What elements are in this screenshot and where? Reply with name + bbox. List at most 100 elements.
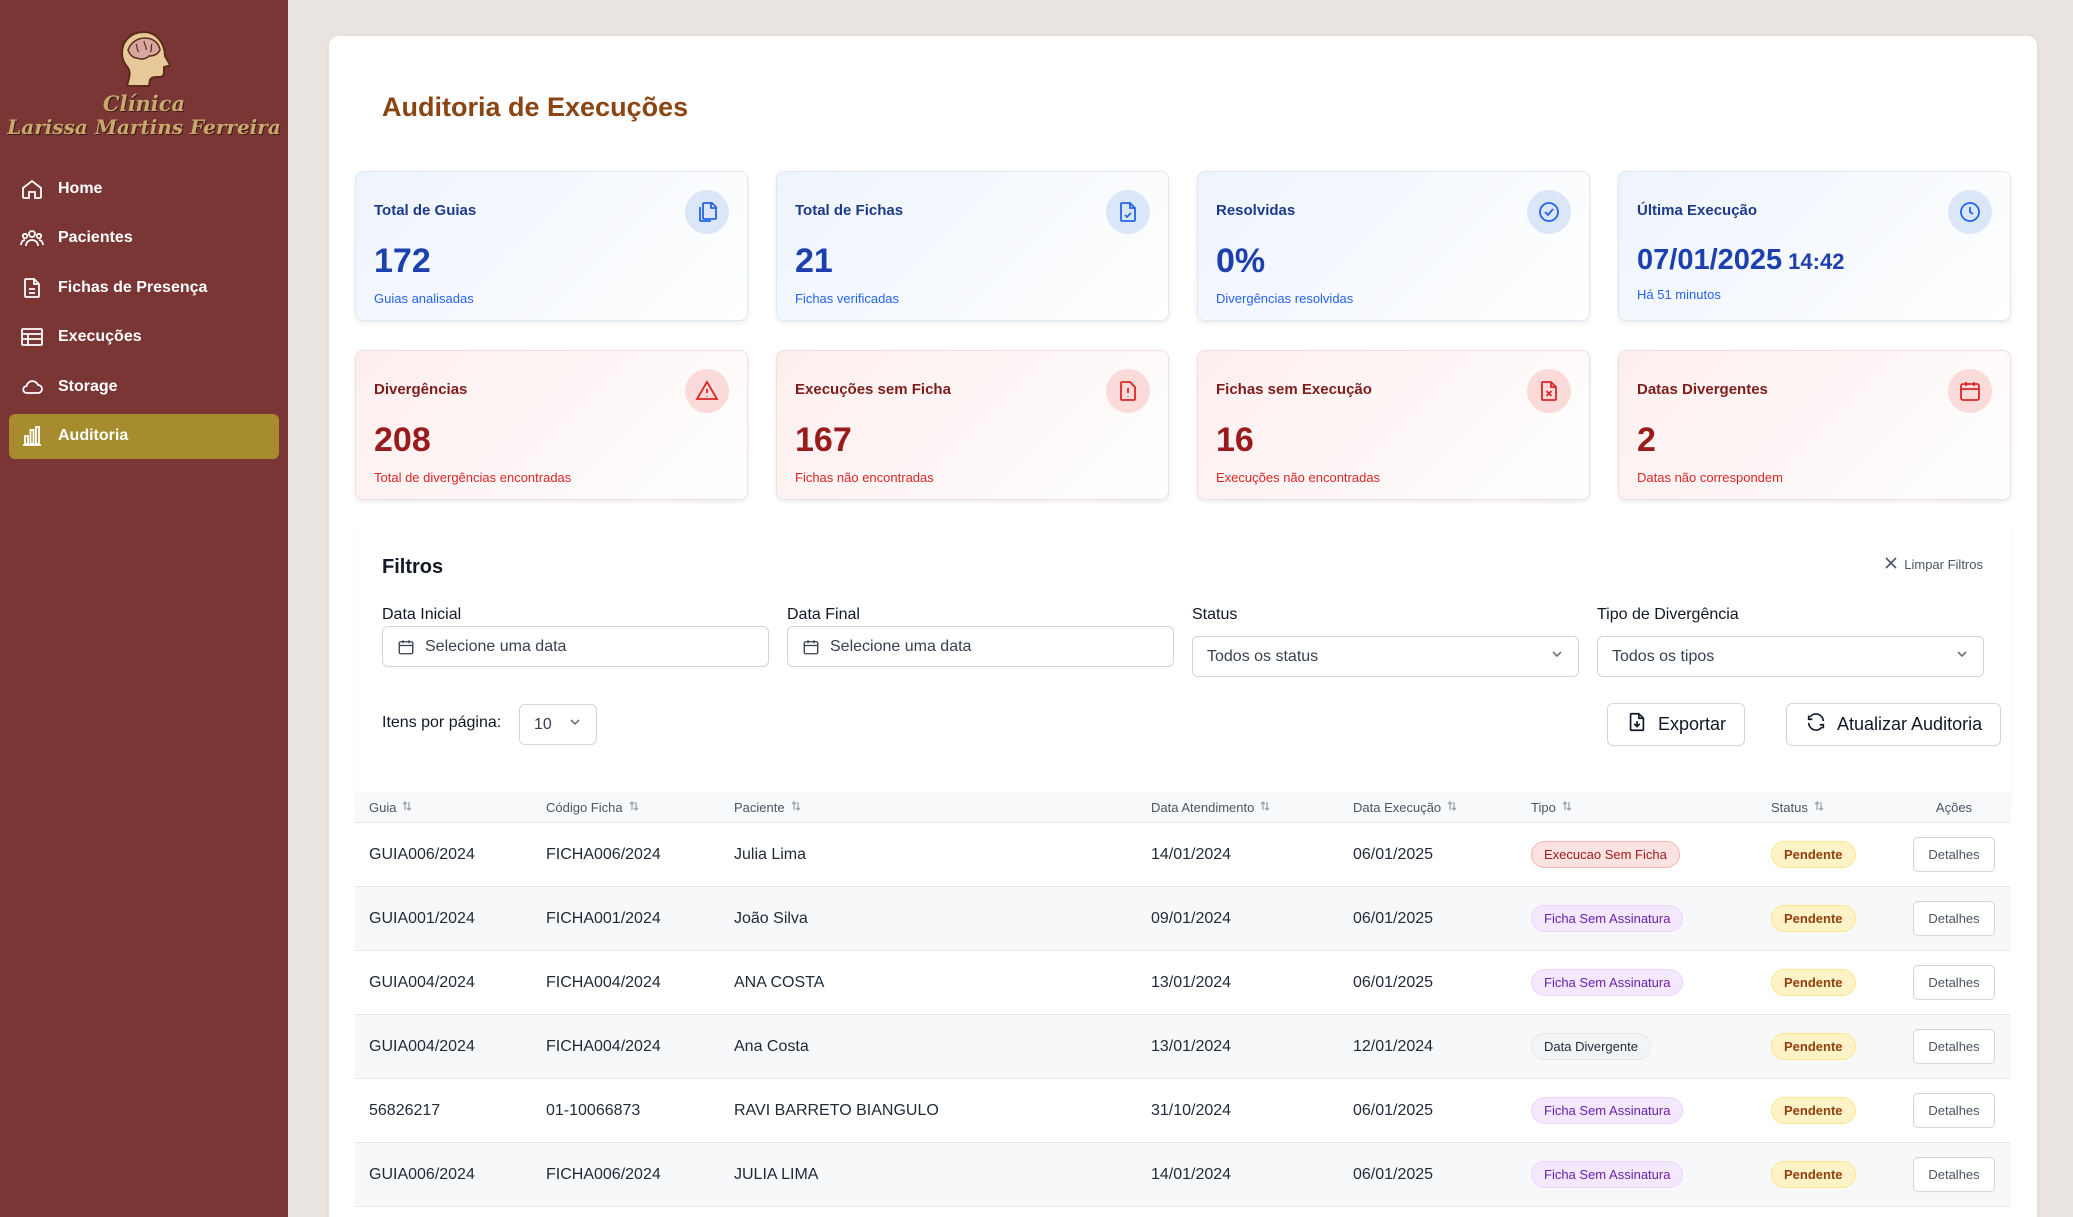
stat-card-execucoes-sem-ficha: Execuções sem Ficha 167 Fichas não encon… xyxy=(776,350,1169,500)
close-icon xyxy=(1884,556,1898,573)
stat-card-fichas-sem-execucao: Fichas sem Execução 16 Execuções não enc… xyxy=(1197,350,1590,500)
sidebar-item-label: Fichas de Presença xyxy=(58,278,208,296)
cell-data-execucao: 06/01/2025 xyxy=(1353,1165,1434,1183)
calendar-icon xyxy=(1948,369,1992,413)
sort-icon xyxy=(402,800,412,815)
cell-acoes: Detalhes xyxy=(1897,1157,2011,1192)
sidebar-item-home[interactable]: Home xyxy=(9,166,279,211)
cell-guia: GUIA004/2024 xyxy=(369,1037,475,1055)
details-button[interactable]: Detalhes xyxy=(1913,837,1995,872)
cell-paciente: João Silva xyxy=(734,909,808,927)
stat-value: 0% xyxy=(1216,242,1266,280)
tipo-divergencia-label: Tipo de Divergência xyxy=(1597,606,1739,623)
cell-data-atendimento: 09/01/2024 xyxy=(1151,909,1232,927)
data-inicial-input[interactable]: Selecione uma data xyxy=(382,626,769,667)
cell-codigo-ficha: FICHA006/2024 xyxy=(546,1165,661,1183)
clear-filters-button[interactable]: Limpar Filtros xyxy=(1884,556,1983,573)
data-final-placeholder: Selecione uma data xyxy=(830,637,972,655)
column-header-data-atendimento[interactable]: Data Atendimento xyxy=(1137,800,1339,815)
column-header-paciente[interactable]: Paciente xyxy=(720,800,1137,815)
sidebar-item-label: Home xyxy=(58,179,103,197)
refresh-label: Atualizar Auditoria xyxy=(1837,714,1983,734)
cell-tipo: Ficha Sem Assinatura xyxy=(1517,1161,1757,1188)
cell-tipo: Ficha Sem Assinatura xyxy=(1517,969,1757,996)
status-badge: Pendente xyxy=(1771,841,1856,868)
sidebar-item-execucoes[interactable]: Execuções xyxy=(9,315,279,360)
cell-data-execucao: 06/01/2025 xyxy=(1353,1101,1434,1119)
tipo-divergencia-select[interactable]: Todos os tipos xyxy=(1597,636,1984,677)
sidebar-item-auditoria[interactable]: Auditoria xyxy=(9,413,279,459)
check-circle-icon xyxy=(1527,190,1571,234)
tipo-badge: Ficha Sem Assinatura xyxy=(1531,969,1684,996)
clear-filters-label: Limpar Filtros xyxy=(1904,557,1983,572)
column-header-status[interactable]: Status xyxy=(1757,800,1897,815)
cell-tipo: Ficha Sem Assinatura xyxy=(1517,905,1757,932)
column-header-tipo[interactable]: Tipo xyxy=(1517,800,1757,815)
column-header-codigo-ficha[interactable]: Código Ficha xyxy=(532,800,720,815)
sidebar-item-label: Pacientes xyxy=(58,229,133,246)
cloud-icon xyxy=(19,374,45,400)
filters-panel: Filtros Limpar Filtros Data Inicial Sele… xyxy=(355,526,2011,808)
file-alert-icon xyxy=(1106,369,1150,413)
cell-guia: GUIA006/2024 xyxy=(369,1165,475,1183)
sidebar-item-storage[interactable]: Storage xyxy=(9,364,279,409)
data-final-input[interactable]: Selecione uma data xyxy=(787,626,1174,667)
column-header-guia[interactable]: Guia xyxy=(355,800,532,815)
stat-value: 07/01/2025 14:42 xyxy=(1637,244,1844,277)
column-header-data-execucao[interactable]: Data Execução xyxy=(1339,800,1517,815)
bar-chart-icon xyxy=(19,423,45,449)
details-button[interactable]: Detalhes xyxy=(1913,901,1995,936)
sort-icon xyxy=(1260,800,1270,815)
items-per-page-label: Itens por página: xyxy=(382,714,502,731)
cell-guia: GUIA006/2024 xyxy=(369,845,475,863)
stat-subtitle: Fichas verificadas xyxy=(795,291,900,306)
refresh-icon xyxy=(1805,711,1827,738)
table-icon xyxy=(19,324,45,350)
cell-codigo-ficha: FICHA004/2024 xyxy=(546,1037,661,1055)
export-label: Exportar xyxy=(1658,714,1727,734)
stat-value: 208 xyxy=(374,421,431,459)
stat-subtitle: Divergências resolvidas xyxy=(1216,291,1354,306)
stat-title: Execuções sem Ficha xyxy=(795,381,951,398)
cell-acoes: Detalhes xyxy=(1897,837,2011,872)
export-button[interactable]: Exportar xyxy=(1607,703,1746,746)
sidebar-item-pacientes[interactable]: Pacientes xyxy=(9,216,279,261)
cell-tipo: Data Divergente xyxy=(1517,1033,1757,1060)
refresh-audit-button[interactable]: Atualizar Auditoria xyxy=(1786,703,2002,746)
tipo-badge: Ficha Sem Assinatura xyxy=(1531,1161,1684,1188)
details-button[interactable]: Detalhes xyxy=(1913,1157,1995,1192)
items-per-page-select[interactable]: 10 xyxy=(519,704,597,745)
clock-icon xyxy=(1948,190,1992,234)
cell-data-execucao: 12/01/2024 xyxy=(1353,1037,1434,1055)
sidebar-item-label: Execuções xyxy=(58,328,142,345)
column-header-label: Guia xyxy=(369,799,397,815)
cell-status: Pendente xyxy=(1757,905,1897,932)
cell-acoes: Detalhes xyxy=(1897,1093,2011,1128)
cell-data-execucao: 06/01/2025 xyxy=(1353,845,1434,863)
stat-subtitle: Datas não correspondem xyxy=(1637,470,1783,485)
page-title: Auditoria de Execuções xyxy=(382,92,689,122)
status-select[interactable]: Todos os status xyxy=(1192,636,1579,677)
stat-value: 21 xyxy=(795,242,833,280)
status-badge: Pendente xyxy=(1771,905,1856,932)
sort-icon xyxy=(1814,800,1824,815)
cell-acoes: Detalhes xyxy=(1897,1029,2011,1064)
details-button[interactable]: Detalhes xyxy=(1913,965,1995,1000)
status-label: Status xyxy=(1192,606,1238,623)
sidebar-item-label: Storage xyxy=(58,377,118,395)
cell-tipo: Execucao Sem Ficha xyxy=(1517,841,1757,868)
column-header-label: Paciente xyxy=(734,799,785,815)
file-download-icon xyxy=(1626,711,1648,738)
cell-data-execucao: 06/01/2025 xyxy=(1353,909,1434,927)
column-header-label: Código Ficha xyxy=(546,799,623,815)
cell-paciente: Julia Lima xyxy=(734,845,807,863)
cell-paciente: Ana Costa xyxy=(734,1037,809,1055)
details-button[interactable]: Detalhes xyxy=(1913,1029,1995,1064)
sidebar-item-fichas[interactable]: Fichas de Presença xyxy=(9,265,279,310)
details-button[interactable]: Detalhes xyxy=(1913,1093,1995,1128)
logo-line2: Larissa Martins Ferreira xyxy=(7,115,281,140)
table-row: GUIA001/2024 FICHA001/2024 João Silva 09/01… xyxy=(355,887,2011,951)
data-final-label: Data Final xyxy=(787,606,860,623)
stat-card-resolvidas: Resolvidas 0% Divergências resolvidas xyxy=(1197,171,1590,321)
column-header-label: Data Execução xyxy=(1353,799,1442,815)
